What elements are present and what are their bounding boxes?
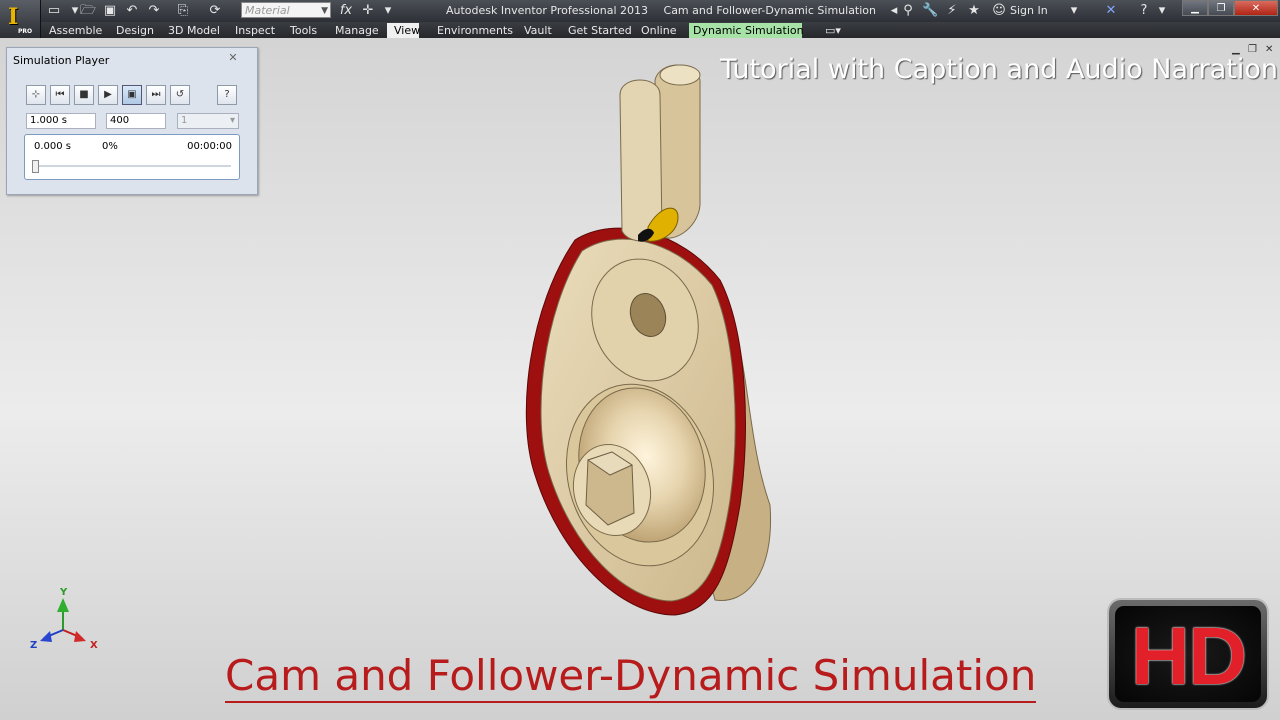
help-dropdown-icon[interactable]: ▾: [1154, 3, 1170, 19]
tab-online[interactable]: Online: [638, 23, 679, 38]
chevron-down-icon: ▼: [321, 6, 328, 16]
customize-arrow-icon[interactable]: ▾: [380, 3, 396, 19]
application-menu-button[interactable]: I PRO: [0, 0, 41, 38]
save-icon[interactable]: ▣: [102, 3, 118, 19]
redo-icon[interactable]: ↷: [146, 3, 162, 19]
tab-3d-model[interactable]: 3D Model: [165, 23, 223, 38]
panel-close-icon[interactable]: ✕: [223, 51, 243, 65]
tab-inspect[interactable]: Inspect: [232, 23, 278, 38]
undo-icon[interactable]: ↶: [124, 3, 140, 19]
help-icon[interactable]: ?: [217, 85, 237, 105]
simulation-player-panel: Simulation Player ✕ ⊹ ⏮ ■ ▶ ▣ ⏭ ↺ ? 1.00…: [6, 47, 258, 195]
panel-title: Simulation Player: [13, 54, 110, 67]
window-title: Autodesk Inventor Professional 2013 Cam …: [446, 4, 888, 17]
tab-environments[interactable]: Environments: [434, 23, 516, 38]
ribbon-display-toggle-icon[interactable]: ▭▾: [822, 23, 844, 38]
dropdown-arrow-icon[interactable]: ▾: [1066, 3, 1082, 19]
screen-refresh-icon[interactable]: ▣: [122, 85, 142, 105]
follower-pivot: [659, 64, 701, 86]
construction-mode-icon[interactable]: ⊹: [26, 85, 46, 105]
current-time: 0.000 s: [34, 141, 72, 152]
hd-badge-text: HD: [1130, 611, 1247, 702]
user-icon[interactable]: ☺: [991, 3, 1007, 19]
tab-manage[interactable]: Manage: [332, 23, 382, 38]
hd-badge-inner: HD: [1115, 606, 1261, 702]
simulation-progress-box: 0.000 s 0% 00:00:00: [24, 134, 240, 180]
tab-design[interactable]: Design: [113, 23, 157, 38]
function-icon[interactable]: fx: [338, 3, 354, 19]
x-axis-label: X: [90, 640, 98, 651]
loop-icon[interactable]: ↺: [170, 85, 190, 105]
hd-badge: HD: [1107, 598, 1269, 710]
percent-complete: 0%: [102, 141, 118, 152]
filter-value: 1: [181, 115, 188, 126]
filter-field[interactable]: 1 ▾: [177, 113, 239, 129]
progress-track: [33, 165, 231, 167]
rewind-icon[interactable]: ⏮: [50, 85, 70, 105]
return-icon[interactable]: ⎘: [175, 3, 191, 19]
open-folder-icon[interactable]: 🗁: [80, 3, 96, 19]
sign-in-link[interactable]: Sign In: [1010, 4, 1048, 17]
progress-slider-thumb[interactable]: [32, 160, 39, 173]
new-icon[interactable]: ▭: [46, 3, 62, 19]
minimize-button[interactable]: ▁: [1182, 0, 1208, 16]
inventor-logo-icon: I: [8, 4, 19, 30]
y-axis-label: Y: [60, 587, 68, 598]
elapsed-time: 00:00:00: [187, 141, 232, 152]
tab-vault[interactable]: Vault: [521, 23, 555, 38]
plus-icon[interactable]: ✛: [360, 3, 376, 19]
final-time-field[interactable]: 1.000 s: [26, 113, 96, 129]
bottom-caption: Cam and Follower-Dynamic Simulation: [225, 651, 1037, 703]
exchange-x-icon[interactable]: ✕: [1103, 3, 1119, 19]
app-title: Autodesk Inventor Professional 2013: [446, 4, 649, 17]
tab-get-started[interactable]: Get Started: [565, 23, 635, 38]
tab-tools[interactable]: Tools: [287, 23, 320, 38]
tab-dynamic-simulation[interactable]: Dynamic Simulation: [689, 23, 804, 38]
wrench-icon[interactable]: 🔧: [922, 3, 938, 19]
restore-button[interactable]: ❐: [1208, 0, 1234, 16]
end-icon[interactable]: ⏭: [146, 85, 166, 105]
cam-follower-model[interactable]: [500, 55, 790, 625]
material-dropdown[interactable]: Material ▼: [241, 2, 331, 18]
favorites-star-icon[interactable]: ★: [966, 3, 982, 19]
material-placeholder: Material: [245, 4, 290, 17]
tab-assemble[interactable]: Assemble: [46, 23, 105, 38]
z-axis-label: Z: [30, 640, 38, 651]
images-field[interactable]: 400: [106, 113, 166, 129]
top-caption: Tutorial with Caption and Audio Narratio…: [720, 54, 1278, 85]
binoculars-icon[interactable]: ⚲: [900, 3, 916, 19]
document-title: Cam and Follower-Dynamic Simulation: [663, 4, 877, 17]
close-button[interactable]: ✕: [1234, 0, 1278, 16]
help-icon[interactable]: ?: [1136, 3, 1152, 19]
tab-view[interactable]: View: [387, 23, 420, 38]
play-icon[interactable]: ▶: [98, 85, 118, 105]
update-icon[interactable]: ⟳: [207, 3, 223, 19]
chevron-down-icon: ▾: [229, 115, 235, 126]
stop-icon[interactable]: ■: [74, 85, 94, 105]
satellite-icon[interactable]: ⚡: [944, 3, 960, 19]
pro-badge: PRO: [18, 28, 33, 35]
